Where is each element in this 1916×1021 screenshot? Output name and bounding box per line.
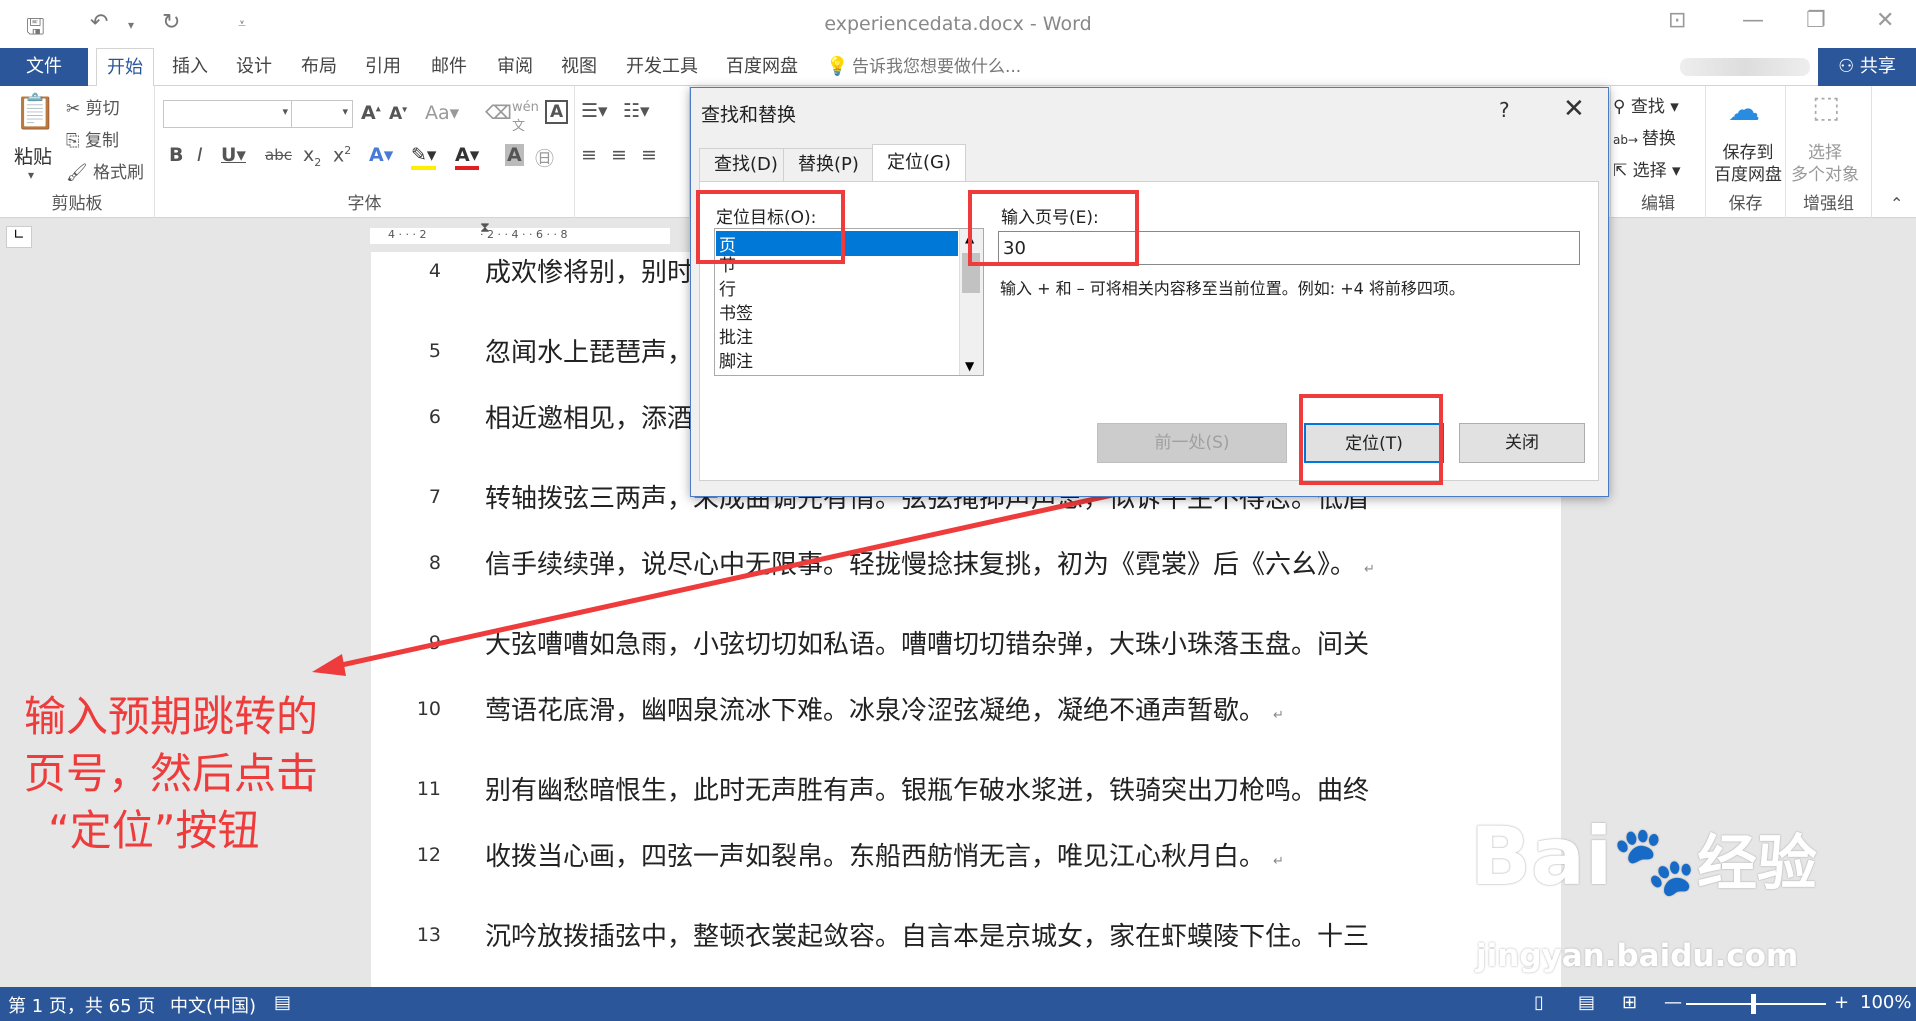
- tab-replace[interactable]: 替换(P): [783, 148, 874, 182]
- page-count[interactable]: 第 1 页，共 65 页: [8, 992, 155, 1018]
- zoom-slider[interactable]: [1686, 1003, 1826, 1005]
- proofing-icon[interactable]: ▤: [274, 992, 291, 1013]
- baidu-logo-watermark: Bai🐾经验: [1470, 810, 1817, 903]
- highlight-box-page: [968, 190, 1139, 266]
- list-item[interactable]: 行: [719, 275, 736, 300]
- watermark-brand2: 经验: [1697, 829, 1818, 899]
- watermark-brand: Bai: [1470, 810, 1613, 903]
- chevron-down-icon[interactable]: ▼: [965, 359, 974, 373]
- previous-button[interactable]: 前一处(S): [1097, 423, 1287, 463]
- read-mode-icon[interactable]: ▯: [1534, 992, 1544, 1013]
- dialog-title: 查找和替换: [701, 104, 797, 126]
- zoom-slider-thumb[interactable]: [1751, 994, 1756, 1014]
- zoom-out-icon[interactable]: —: [1664, 992, 1682, 1013]
- highlight-box-goto: [1299, 394, 1443, 485]
- zoom-level[interactable]: 100%: [1860, 992, 1911, 1013]
- close-icon[interactable]: ✕: [1563, 94, 1585, 124]
- watermark-url: jingyan.baidu.com: [1476, 938, 1799, 974]
- paw-icon: 🐾: [1612, 822, 1698, 901]
- zoom-in-icon[interactable]: +: [1834, 992, 1849, 1013]
- language-status[interactable]: 中文(中国): [170, 992, 256, 1018]
- tab-goto[interactable]: 定位(G): [872, 144, 966, 182]
- close-button[interactable]: 关闭: [1459, 423, 1585, 463]
- help-button[interactable]: ?: [1499, 98, 1510, 122]
- status-bar: 第 1 页，共 65 页 中文(中国) ▤ ▯ ▤ ⊞ — + 100%: [0, 987, 1916, 1021]
- find-replace-dialog: 查找和替换 ? ✕ 查找(D) 替换(P) 定位(G) 定位目标(O): 页 节…: [690, 87, 1609, 497]
- list-item[interactable]: 书签: [719, 299, 753, 324]
- goto-hint: 输入 + 和 – 可将相关内容移至当前位置。例如: +4 将前移四项。: [1000, 279, 1465, 298]
- highlight-box-target: [696, 190, 845, 264]
- print-layout-icon[interactable]: ▤: [1578, 992, 1595, 1013]
- list-item[interactable]: 批注: [719, 323, 753, 348]
- tab-find[interactable]: 查找(D): [699, 148, 793, 182]
- web-layout-icon[interactable]: ⊞: [1622, 992, 1637, 1013]
- list-item[interactable]: 脚注: [719, 347, 753, 372]
